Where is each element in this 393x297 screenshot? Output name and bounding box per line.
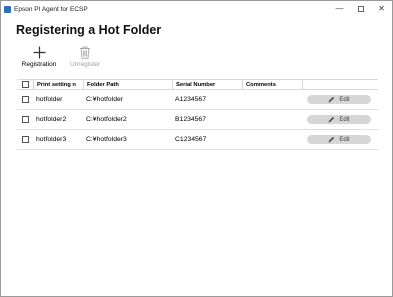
- edit-button[interactable]: Edit: [307, 95, 371, 104]
- col-comments[interactable]: Comments: [242, 80, 302, 89]
- trash-icon: [78, 45, 92, 59]
- table-row[interactable]: hotfolder3 C:¥hotfolder3 C1234567 Edit: [17, 130, 378, 150]
- folder-path-cell: C:¥hotfolder3: [86, 136, 127, 143]
- row-checkbox[interactable]: [21, 136, 29, 143]
- window-title: Epson PI Agent for ECSP: [14, 5, 88, 13]
- close-button[interactable]: ✕: [371, 1, 392, 17]
- print-setting-cell: hotfolder3: [36, 136, 67, 143]
- minimize-button[interactable]: —: [329, 1, 350, 17]
- hot-folder-table: Print setting n Folder Path Serial Numbe…: [17, 79, 378, 150]
- col-folder-path[interactable]: Folder Path: [83, 80, 172, 89]
- maximize-button[interactable]: [350, 1, 371, 17]
- serial-number-cell: A1234567: [175, 96, 206, 103]
- actions-cell: Edit: [302, 130, 378, 149]
- row-select-cell: [17, 116, 33, 123]
- maximize-icon: [357, 6, 364, 12]
- toolbar: Registration Unregister: [19, 45, 105, 68]
- folder-path-cell: C:¥hotfolder: [86, 96, 124, 103]
- actions-cell: Edit: [302, 90, 378, 109]
- row-checkbox[interactable]: [21, 116, 29, 123]
- title-bar: Epson PI Agent for ECSP — ✕: [1, 1, 392, 17]
- edit-label: Edit: [339, 136, 350, 143]
- row-checkbox[interactable]: [21, 96, 29, 103]
- pencil-icon: [328, 96, 335, 103]
- row-select-cell: [17, 96, 33, 103]
- folder-path-cell: C:¥hotfolder2: [86, 116, 127, 123]
- unregister-button[interactable]: Unregister: [65, 45, 105, 68]
- table-row[interactable]: hotfolder2 C:¥hotfolder2 B1234567 Edit: [17, 110, 378, 130]
- registration-label: Registration: [21, 61, 57, 68]
- col-print-setting[interactable]: Print setting n: [33, 80, 83, 89]
- window-controls: — ✕: [329, 1, 392, 17]
- edit-label: Edit: [339, 116, 350, 123]
- pencil-icon: [328, 116, 335, 123]
- app-window: Epson PI Agent for ECSP — ✕ Registering …: [0, 0, 393, 297]
- actions-cell: Edit: [302, 110, 378, 129]
- app-icon: [4, 5, 11, 13]
- unregister-label: Unregister: [70, 61, 100, 68]
- serial-number-cell: B1234567: [175, 116, 206, 123]
- comments-cell: [242, 90, 302, 109]
- print-setting-cell: hotfolder2: [36, 116, 67, 123]
- minimize-icon: —: [335, 4, 344, 13]
- table-header: Print setting n Folder Path Serial Numbe…: [17, 79, 378, 90]
- edit-button[interactable]: Edit: [307, 115, 371, 124]
- page-title: Registering a Hot Folder: [16, 23, 162, 37]
- select-all-checkbox[interactable]: [21, 81, 29, 88]
- comments-cell: [242, 110, 302, 129]
- col-serial-number[interactable]: Serial Number: [172, 80, 242, 89]
- select-all-cell: [17, 81, 33, 88]
- plus-icon: [32, 45, 46, 59]
- comments-cell: [242, 130, 302, 149]
- table-row[interactable]: hotfolder C:¥hotfolder A1234567 Edit: [17, 90, 378, 110]
- pencil-icon: [328, 136, 335, 143]
- edit-label: Edit: [339, 96, 350, 103]
- row-select-cell: [17, 136, 33, 143]
- close-icon: ✕: [378, 4, 385, 13]
- serial-number-cell: C1234567: [175, 136, 207, 143]
- col-actions: [302, 80, 378, 89]
- registration-button[interactable]: Registration: [19, 45, 59, 68]
- print-setting-cell: hotfolder: [36, 96, 63, 103]
- edit-button[interactable]: Edit: [307, 135, 371, 144]
